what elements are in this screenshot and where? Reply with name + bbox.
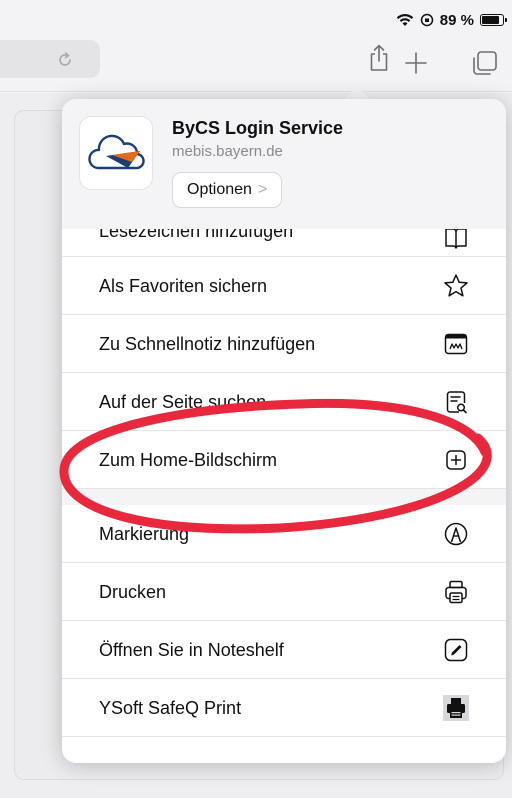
printer-icon bbox=[445, 580, 467, 604]
share-sheet: Lesezeichen hinzufügen Als Favoriten sic… bbox=[62, 99, 506, 763]
menu-item-label: Markierung bbox=[99, 524, 190, 544]
options-label: Optionen bbox=[187, 181, 252, 198]
safeq-print-icon bbox=[443, 695, 469, 721]
menu-item-label: YSoft SafeQ Print bbox=[99, 698, 242, 718]
share-icon[interactable] bbox=[368, 44, 390, 72]
battery-percentage: 89 % bbox=[439, 11, 474, 29]
menu-item-label: Zu Schnellnotiz hinzufügen bbox=[99, 334, 316, 354]
menu-item-add-to-home-screen[interactable]: Zum Home-Bildschirm bbox=[62, 431, 506, 489]
menu-item-label: Als Favoriten sichern bbox=[99, 276, 268, 296]
popover-arrow bbox=[343, 86, 371, 100]
menu-item-quick-note[interactable]: Zu Schnellnotiz hinzufügen bbox=[62, 315, 506, 373]
options-button[interactable]: Optionen > bbox=[172, 172, 283, 208]
status-indicators: 89 % bbox=[396, 11, 507, 29]
site-icon bbox=[79, 116, 153, 190]
browser-toolbar bbox=[0, 38, 512, 92]
menu-item-open-in-noteshelf[interactable]: Öffnen Sie in Noteshelf bbox=[62, 621, 506, 679]
site-domain: mebis.bayern.de bbox=[172, 143, 283, 160]
find-on-page-icon bbox=[446, 391, 467, 414]
quick-note-icon bbox=[444, 333, 468, 355]
group-separator bbox=[62, 489, 506, 505]
status-bar: 89 % bbox=[0, 0, 512, 38]
wifi-icon bbox=[396, 14, 413, 26]
share-sheet-header: ByCS Login Service mebis.bayern.de Optio… bbox=[62, 99, 506, 229]
tabs-icon[interactable] bbox=[472, 50, 498, 76]
menu-item-label: Auf der Seite suchen bbox=[99, 392, 267, 412]
noteshelf-icon bbox=[444, 638, 468, 662]
menu-item-find-on-page[interactable]: Auf der Seite suchen bbox=[62, 373, 506, 431]
menu-item-print[interactable]: Drucken bbox=[62, 563, 506, 621]
chevron-right-icon: > bbox=[257, 181, 268, 198]
menu-item-label: Öffnen Sie in Noteshelf bbox=[99, 640, 284, 660]
add-square-icon bbox=[446, 450, 466, 470]
address-bar[interactable] bbox=[0, 40, 100, 78]
share-actions-list: Lesezeichen hinzufügen Als Favoriten sic… bbox=[62, 197, 506, 737]
menu-item-ysoft-safeq-print[interactable]: YSoft SafeQ Print bbox=[62, 679, 506, 737]
reload-icon[interactable] bbox=[56, 51, 74, 69]
plus-icon[interactable] bbox=[404, 51, 428, 75]
markup-icon bbox=[444, 522, 468, 546]
cloud-logo-icon bbox=[88, 134, 145, 170]
menu-item-markup[interactable]: Markierung bbox=[62, 505, 506, 563]
menu-item-add-favorite[interactable]: Als Favoriten sichern bbox=[62, 257, 506, 315]
battery-icon bbox=[480, 14, 507, 26]
menu-item-label: Zum Home-Bildschirm bbox=[99, 450, 278, 470]
orientation-lock-icon bbox=[420, 13, 434, 27]
menu-item-label: Drucken bbox=[99, 582, 167, 602]
site-title: ByCS Login Service bbox=[172, 118, 344, 138]
star-icon bbox=[444, 274, 468, 297]
